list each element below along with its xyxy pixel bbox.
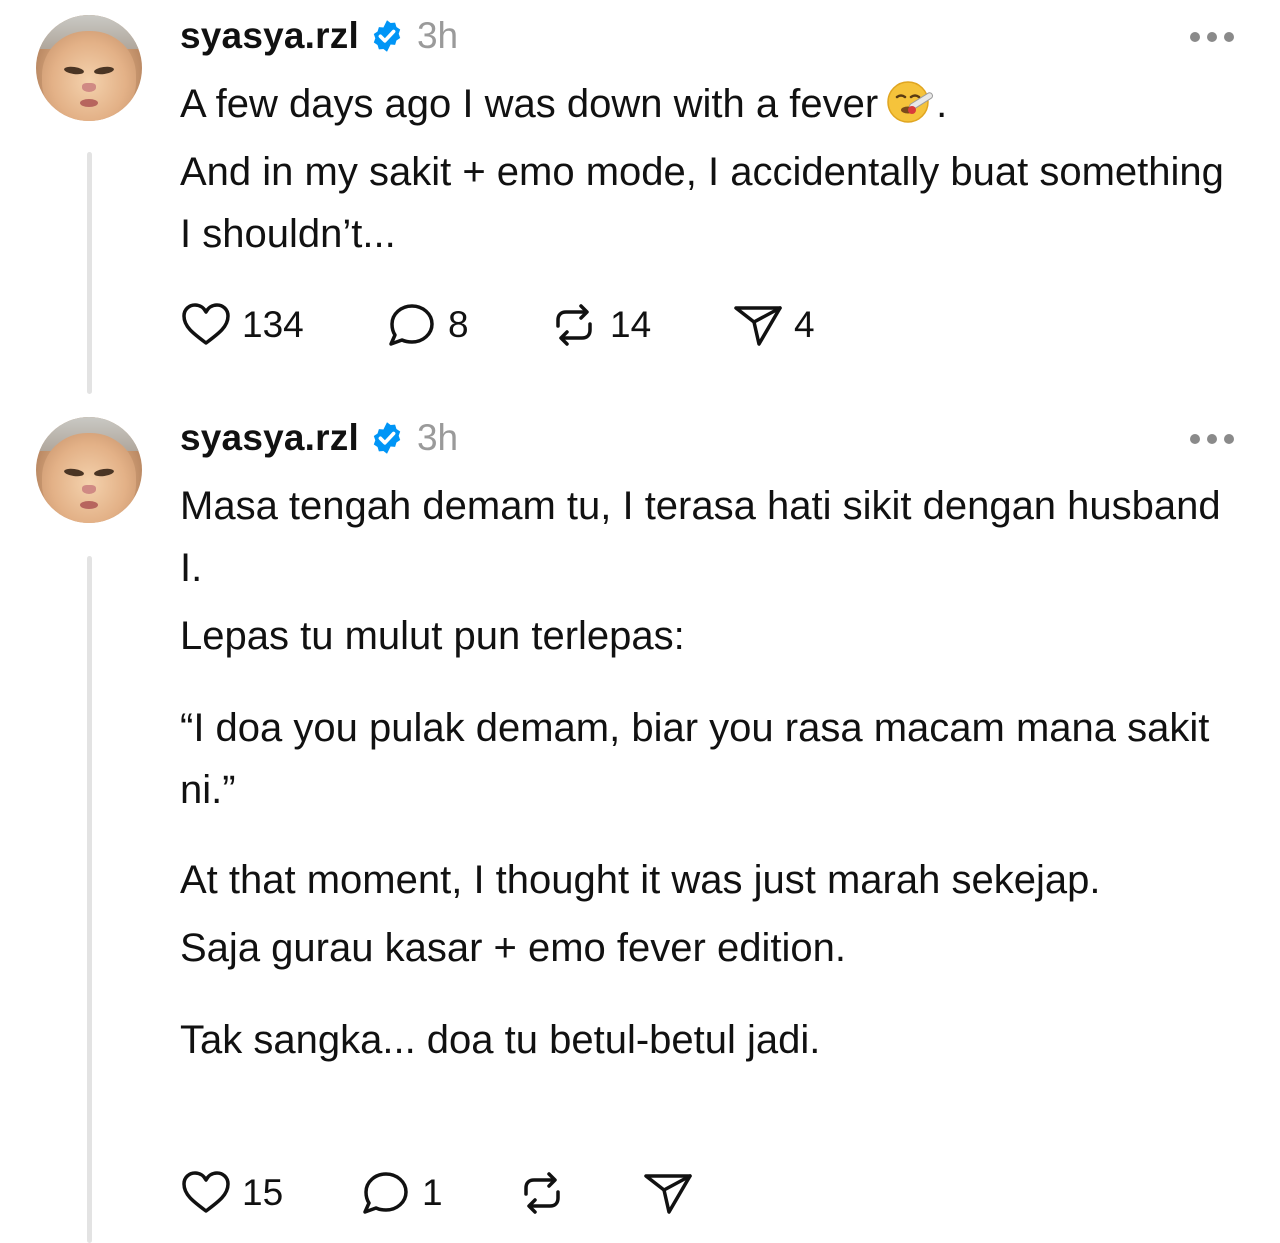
- avatar[interactable]: [36, 417, 142, 523]
- like-count: 134: [242, 304, 304, 345]
- post-line: At that moment, I thought it was just ma…: [180, 858, 1101, 902]
- thread-connector-line: [87, 556, 92, 1243]
- username[interactable]: syasya.rzl: [180, 15, 359, 57]
- thread-post-2: syasya.rzl 3h Masa tengah demam tu, I te…: [0, 400, 1280, 1243]
- repost-icon: [524, 1172, 560, 1214]
- verified-badge-icon: [369, 420, 405, 456]
- post-header: syasya.rzl 3h: [180, 14, 458, 58]
- post-line: Tak sangka... doa tu betul-betul jadi.: [180, 1018, 821, 1062]
- post-line: A few days ago I was down with a fever .: [180, 73, 1240, 135]
- like-button[interactable]: 15: [180, 1168, 283, 1218]
- like-button[interactable]: 134: [180, 300, 304, 350]
- thread-post-1: syasya.rzl 3h A few days ago I was down …: [0, 0, 1280, 400]
- repost-count: 14: [610, 304, 652, 345]
- comment-count: 8: [448, 304, 469, 345]
- avatar[interactable]: [36, 15, 142, 121]
- timestamp[interactable]: 3h: [417, 15, 458, 57]
- heart-icon: [182, 1171, 230, 1213]
- post-text: Masa tengah demam tu, I terasa hati siki…: [180, 475, 1240, 1071]
- heart-icon: [182, 303, 230, 345]
- share-button[interactable]: 4: [732, 300, 815, 350]
- send-icon: [734, 306, 782, 346]
- repost-button[interactable]: [516, 1168, 578, 1218]
- more-dots-icon[interactable]: [1190, 30, 1234, 44]
- face-with-thermometer-emoji: [884, 79, 936, 125]
- post-line: “I doa you pulak demam, biar you rasa ma…: [180, 706, 1210, 812]
- like-count: 15: [242, 1172, 284, 1213]
- username[interactable]: syasya.rzl: [180, 417, 359, 459]
- verified-badge-icon: [369, 18, 405, 54]
- more-dots-icon[interactable]: [1190, 432, 1234, 446]
- post-line: Lepas tu mulut pun terlepas:: [180, 614, 685, 658]
- comment-button[interactable]: 1: [360, 1168, 443, 1218]
- share-count: 4: [794, 304, 815, 345]
- post-line: And in my sakit + emo mode, I accidental…: [180, 150, 1224, 256]
- thread-connector-line: [87, 152, 92, 394]
- post-line: Saja gurau kasar + emo fever edition.: [180, 926, 846, 970]
- timestamp[interactable]: 3h: [417, 417, 458, 459]
- send-icon: [644, 1174, 692, 1214]
- post-text: A few days ago I was down with a fever .…: [180, 73, 1240, 265]
- repost-icon: [556, 304, 592, 346]
- post-line: Masa tengah demam tu, I terasa hati siki…: [180, 484, 1221, 590]
- comment-count: 1: [422, 1172, 443, 1213]
- comment-bubble-icon: [389, 304, 434, 346]
- post-header: syasya.rzl 3h: [180, 416, 458, 460]
- comment-button[interactable]: 8: [386, 300, 469, 350]
- share-button[interactable]: [642, 1168, 704, 1218]
- comment-bubble-icon: [363, 1172, 408, 1214]
- repost-button[interactable]: 14: [548, 300, 651, 350]
